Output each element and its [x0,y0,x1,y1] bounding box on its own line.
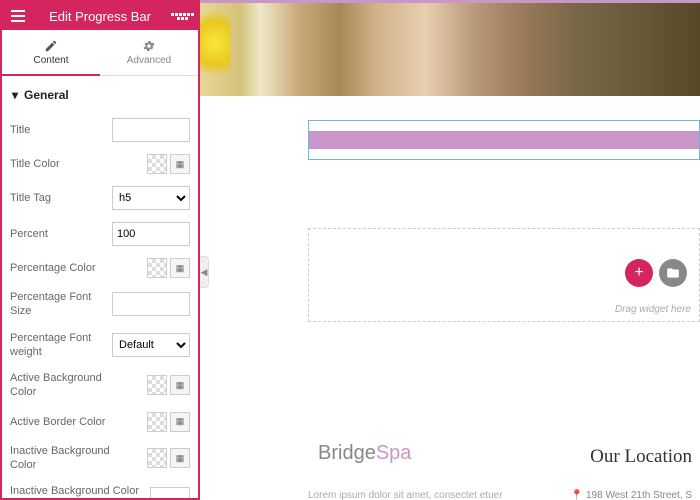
tab-advanced[interactable]: Advanced [100,30,198,75]
field-label: Title [10,123,112,137]
pin-icon: 📍 [571,490,583,500]
brand-tagline: Lorem ipsum dolor sit amet, consectet et… [308,490,503,500]
section-general[interactable]: ▾ General [10,76,190,112]
sidebar-header: Edit Progress Bar [2,2,198,30]
caret-down-icon: ▾ [12,88,18,102]
field-label: Percentage Color [10,261,112,275]
location-heading: Our Location [590,446,692,468]
section-label: General [24,88,69,102]
title-tag-select[interactable]: h5 [112,186,190,210]
add-widget-button[interactable]: + [625,259,653,287]
pct-fontsize-input[interactable] [112,292,190,316]
preview-canvas: ◀ + Drag widget here BridgeSpa Lorem ips… [200,0,700,500]
progress-bar-fill [309,131,699,149]
color-picker-button[interactable]: ▦ [170,412,190,432]
tab-label: Content [33,55,68,66]
editor-sidebar: Edit Progress Bar Content Advanced ▾ Gen… [0,0,200,500]
gear-icon [142,39,156,53]
field-label: Active Border Color [10,415,112,429]
color-swatch[interactable] [147,258,167,278]
field-label: Title Color [10,157,112,171]
location-address: 📍 198 West 21th Street, S [571,490,692,500]
drop-hint: Drag widget here [615,304,691,315]
panel-title: Edit Progress Bar [30,9,170,24]
tab-content[interactable]: Content [2,30,100,75]
widgets-grid-icon[interactable] [170,13,194,20]
pct-fontweight-select[interactable]: Default [112,333,190,357]
percent-input[interactable] [112,222,190,246]
tabs: Content Advanced [2,30,198,76]
folder-icon [666,266,680,280]
field-label: Percentage Font Size [10,290,112,319]
hero-image [200,0,700,96]
progress-bar-widget[interactable] [308,120,700,160]
color-picker-button[interactable]: ▦ [170,375,190,395]
settings-panel: ▾ General Title Title Color ▦ Title Tagh5… [2,76,198,498]
inactive-trans-input[interactable] [150,487,190,498]
field-label: Inactive Background Color [10,444,112,473]
color-picker-button[interactable]: ▦ [170,258,190,278]
field-label: Percent [10,227,112,241]
color-swatch[interactable] [147,448,167,468]
field-label: Title Tag [10,191,112,205]
pencil-icon [44,39,58,53]
menu-icon[interactable] [6,10,30,22]
color-swatch[interactable] [147,375,167,395]
tab-label: Advanced [127,55,171,66]
brand-logo: BridgeSpa [318,442,411,465]
color-swatch[interactable] [147,154,167,174]
color-swatch[interactable] [147,412,167,432]
collapse-sidebar-icon[interactable]: ◀ [200,256,209,288]
title-input[interactable] [112,118,190,142]
color-picker-button[interactable]: ▦ [170,154,190,174]
field-label: Active Background Color [10,371,112,400]
drop-zone[interactable]: + Drag widget here [308,228,700,322]
field-label: Inactive Background Color Transparency [10,484,150,498]
field-label: Percentage Font weight [10,331,112,360]
folder-button[interactable] [659,259,687,287]
color-picker-button[interactable]: ▦ [170,448,190,468]
